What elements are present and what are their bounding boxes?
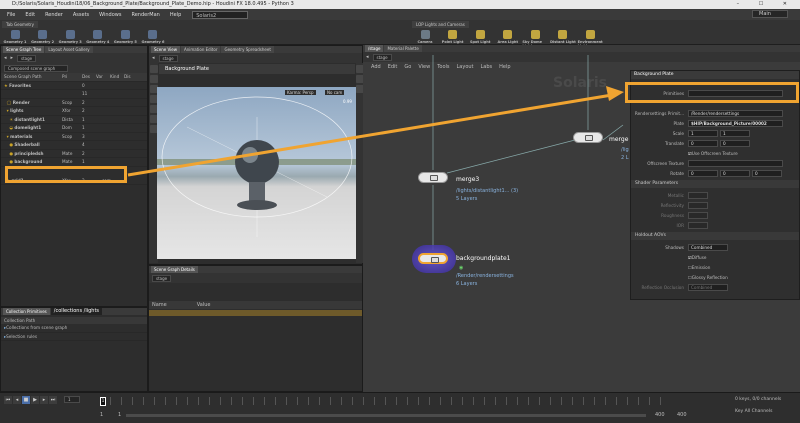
step-forward-icon[interactable]: ▸ (40, 396, 48, 404)
range-start-2[interactable]: 1 (118, 412, 121, 418)
playback-controls: ⏮ ◂ ■ ▶ ▸ ⏭ (4, 396, 58, 404)
stop-icon[interactable]: ■ (22, 396, 30, 404)
play-icon[interactable]: ▶ (31, 396, 39, 404)
range-start[interactable]: 1 (100, 412, 103, 418)
range-end-2[interactable]: 400 (677, 412, 687, 418)
jump-end-icon[interactable]: ⏭ (49, 396, 57, 404)
current-frame-field[interactable]: 1 (64, 396, 80, 403)
frame-cursor[interactable]: 1 (100, 397, 106, 406)
range-end[interactable]: 400 (655, 412, 665, 418)
key-all-channels-menu[interactable]: Key All Channels (735, 409, 772, 414)
timeline-ticks[interactable] (110, 397, 670, 405)
jump-start-icon[interactable]: ⏮ (4, 396, 12, 404)
keys-status: 0 keys, 0/0 channels (735, 397, 782, 402)
range-slider[interactable] (126, 414, 646, 417)
annotation-arrow (127, 86, 624, 177)
timeline-bar: ⏮ ◂ ■ ▶ ▸ ⏭ 1 1 1 1 400 400 0 keys, 0/0 chann… (0, 392, 800, 423)
step-back-icon[interactable]: ◂ (13, 396, 21, 404)
